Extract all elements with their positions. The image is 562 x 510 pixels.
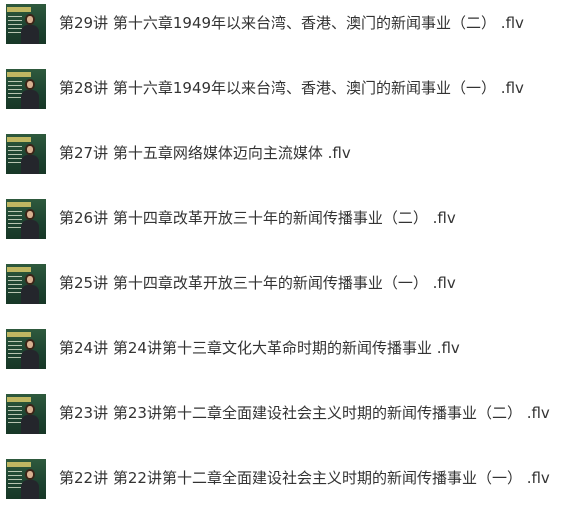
video-file-item[interactable]: 第29讲 第十六章1949年以来台湾、香港、澳门的新闻事业（二） .flv — [0, 0, 562, 48]
video-file-item[interactable]: 第22讲 第22讲第十二章全面建设社会主义时期的新闻传播事业（一） .flv — [0, 455, 562, 503]
video-thumbnail-icon[interactable] — [6, 4, 46, 44]
video-file-list: 第29讲 第十六章1949年以来台湾、香港、澳门的新闻事业（二） .flv 第2… — [0, 0, 562, 510]
video-file-title[interactable]: 第29讲 第十六章1949年以来台湾、香港、澳门的新闻事业（二） .flv — [59, 11, 524, 35]
video-file-item[interactable]: 第24讲 第24讲第十三章文化大革命时期的新闻传播事业 .flv — [0, 325, 562, 373]
video-file-title[interactable]: 第24讲 第24讲第十三章文化大革命时期的新闻传播事业 .flv — [59, 336, 460, 360]
video-file-title[interactable]: 第23讲 第23讲第十二章全面建设社会主义时期的新闻传播事业（二） .flv — [59, 401, 550, 425]
video-thumbnail-icon[interactable] — [6, 394, 46, 434]
video-thumbnail-icon[interactable] — [6, 69, 46, 109]
video-thumbnail-icon[interactable] — [6, 264, 46, 304]
video-file-title[interactable]: 第27讲 第十五章网络媒体迈向主流媒体 .flv — [59, 141, 351, 165]
video-thumbnail-icon[interactable] — [6, 329, 46, 369]
video-file-item[interactable]: 第25讲 第十四章改革开放三十年的新闻传播事业（一） .flv — [0, 260, 562, 308]
video-file-title[interactable]: 第22讲 第22讲第十二章全面建设社会主义时期的新闻传播事业（一） .flv — [59, 466, 550, 490]
video-file-item[interactable]: 第27讲 第十五章网络媒体迈向主流媒体 .flv — [0, 130, 562, 178]
video-file-item[interactable]: 第23讲 第23讲第十二章全面建设社会主义时期的新闻传播事业（二） .flv — [0, 390, 562, 438]
video-file-title[interactable]: 第28讲 第十六章1949年以来台湾、香港、澳门的新闻事业（一） .flv — [59, 76, 524, 100]
video-file-title[interactable]: 第25讲 第十四章改革开放三十年的新闻传播事业（一） .flv — [59, 271, 456, 295]
video-file-item[interactable]: 第26讲 第十四章改革开放三十年的新闻传播事业（二） .flv — [0, 195, 562, 243]
video-thumbnail-icon[interactable] — [6, 134, 46, 174]
video-thumbnail-icon[interactable] — [6, 199, 46, 239]
video-thumbnail-icon[interactable] — [6, 459, 46, 499]
video-file-title[interactable]: 第26讲 第十四章改革开放三十年的新闻传播事业（二） .flv — [59, 206, 456, 230]
video-file-item[interactable]: 第28讲 第十六章1949年以来台湾、香港、澳门的新闻事业（一） .flv — [0, 65, 562, 113]
